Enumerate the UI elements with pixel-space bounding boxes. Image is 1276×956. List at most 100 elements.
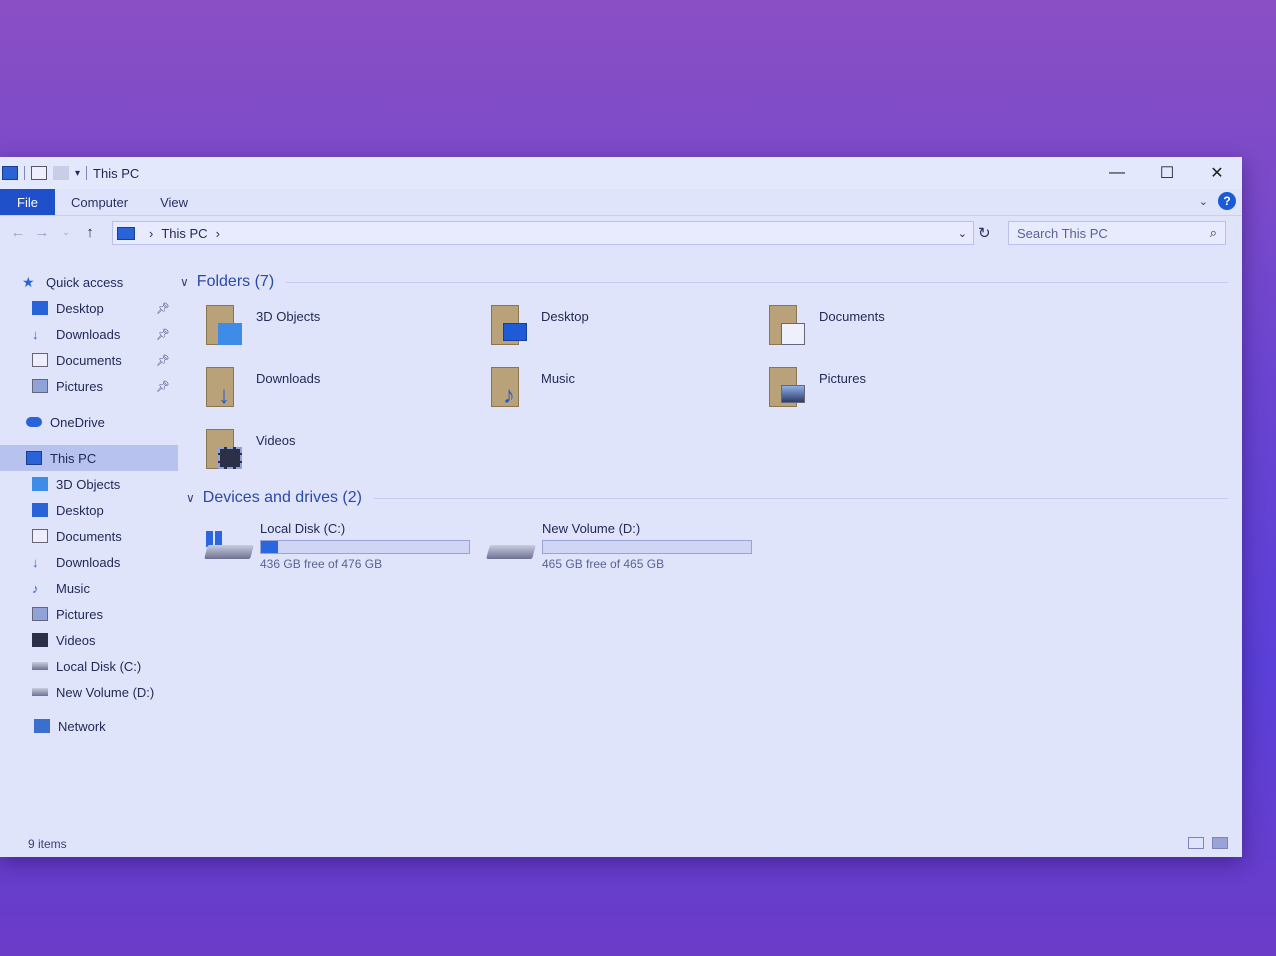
close-button[interactable]: ✕: [1192, 157, 1242, 189]
folder-desktop-icon: [489, 303, 535, 349]
drive-usage-bar: [260, 540, 470, 554]
folder-label: Videos: [256, 433, 296, 448]
properties-icon[interactable]: [31, 166, 47, 180]
drive-new-volume-d[interactable]: New Volume (D:) 465 GB free of 465 GB: [486, 521, 768, 571]
sidebar-item-documents[interactable]: Documents: [0, 523, 178, 549]
folder-desktop[interactable]: Desktop: [489, 303, 767, 351]
folder-documents-icon: [767, 303, 813, 349]
group-divider: [286, 281, 1228, 283]
folder-music[interactable]: ♪ Music: [489, 365, 767, 413]
search-placeholder: Search This PC: [1017, 225, 1108, 241]
sidebar-item-label: Downloads: [56, 554, 121, 570]
star-icon: ★: [22, 274, 35, 290]
pin-icon[interactable]: 📌︎: [156, 380, 170, 393]
search-icon[interactable]: ⌕: [1210, 225, 1217, 241]
back-arrow-icon[interactable]: ←: [6, 224, 30, 241]
file-explorer-window: ▾ This PC — ☐ ✕ File Computer View ⌄ ? ←…: [0, 157, 1242, 857]
folders-group-header[interactable]: ∨ Folders (7): [180, 269, 1242, 295]
customize-toolbar-icon[interactable]: ▾: [75, 168, 80, 179]
drives-group-header[interactable]: ∨ Devices and drives (2): [180, 485, 1242, 511]
sidebar-item-downloads[interactable]: ↓ Downloads 📌︎: [0, 321, 178, 347]
folder-label: Pictures: [819, 371, 866, 386]
tab-file[interactable]: File: [0, 189, 55, 215]
details-view-icon[interactable]: [1188, 837, 1204, 849]
folder-3d-objects-icon: [204, 303, 250, 349]
chevron-right-icon[interactable]: ›: [216, 226, 220, 241]
pin-icon[interactable]: 📌︎: [156, 302, 170, 315]
search-input[interactable]: Search This PC ⌕: [1008, 221, 1226, 245]
sidebar-item-this-pc[interactable]: This PC: [0, 445, 178, 471]
sidebar-item-pictures[interactable]: Pictures: [0, 601, 178, 627]
windows-drive-icon: [204, 531, 256, 571]
sidebar-item-pictures[interactable]: Pictures 📌︎: [0, 373, 178, 399]
document-icon: [32, 353, 48, 367]
new-folder-icon[interactable]: [53, 166, 69, 180]
drive-usage-fill: [261, 541, 279, 553]
title-bar: ▾ This PC — ☐ ✕: [0, 157, 1242, 189]
drives-list: Local Disk (C:) 436 GB free of 476 GB Ne…: [180, 521, 1242, 571]
chevron-down-icon[interactable]: ∨: [180, 275, 189, 289]
address-bar[interactable]: › This PC › ⌄: [112, 221, 974, 245]
pictures-icon: [32, 607, 48, 621]
folder-videos[interactable]: Videos: [204, 427, 489, 475]
tab-view[interactable]: View: [144, 195, 204, 210]
pin-icon[interactable]: 📌︎: [156, 328, 170, 341]
sidebar-item-desktop[interactable]: Desktop: [0, 497, 178, 523]
expand-ribbon-icon[interactable]: ⌄: [1199, 195, 1208, 208]
sidebar-item-label: New Volume (D:): [56, 684, 155, 700]
minimize-button[interactable]: —: [1092, 157, 1142, 189]
address-dropdown-icon[interactable]: ⌄: [958, 227, 967, 240]
cloud-icon: [26, 417, 42, 427]
film-icon: [32, 633, 48, 647]
pin-icon[interactable]: 📌︎: [156, 354, 170, 367]
sidebar-item-onedrive[interactable]: OneDrive: [0, 409, 178, 435]
sidebar-item-3d-objects[interactable]: 3D Objects: [0, 471, 178, 497]
desktop-icon: [32, 301, 48, 315]
folder-documents[interactable]: Documents: [767, 303, 1047, 351]
sidebar-item-network[interactable]: Network: [0, 713, 178, 739]
forward-arrow-icon[interactable]: →: [30, 224, 54, 241]
drive-local-disk-c[interactable]: Local Disk (C:) 436 GB free of 476 GB: [204, 521, 486, 571]
drive-name: Local Disk (C:): [260, 521, 346, 536]
sidebar-item-label: Network: [58, 718, 106, 734]
toolbar-separator: [86, 166, 88, 180]
sidebar-item-label: Documents: [56, 528, 122, 544]
sidebar-item-new-volume-d[interactable]: New Volume (D:): [0, 679, 178, 705]
folder-music-icon: ♪: [489, 365, 535, 411]
quick-access-toolbar: ▾: [0, 166, 88, 180]
tab-computer[interactable]: Computer: [55, 195, 144, 210]
recent-locations-icon[interactable]: ⌄: [54, 227, 78, 238]
ribbon-tabs: File Computer View ⌄ ?: [0, 189, 1242, 215]
maximize-button[interactable]: ☐: [1142, 157, 1192, 189]
sidebar-item-documents[interactable]: Documents 📌︎: [0, 347, 178, 373]
sidebar-item-desktop[interactable]: Desktop 📌︎: [0, 295, 178, 321]
chevron-down-icon[interactable]: ∨: [186, 491, 195, 505]
network-icon: [34, 719, 50, 733]
up-arrow-icon[interactable]: ↑: [78, 224, 102, 241]
drive-name: New Volume (D:): [542, 521, 641, 536]
folder-pictures[interactable]: Pictures: [767, 365, 1047, 413]
refresh-icon[interactable]: ↻: [978, 224, 991, 242]
sidebar-item-videos[interactable]: Videos: [0, 627, 178, 653]
folders-grid: 3D Objects Desktop Documents ↓ Downloads…: [180, 303, 1242, 475]
help-icon[interactable]: ?: [1218, 192, 1236, 210]
drive-icon: [32, 688, 48, 696]
ribbon-right: ⌄ ?: [1199, 192, 1236, 210]
navigation-pane: ★ Quick access Desktop 📌︎ ↓ Downloads 📌︎…: [0, 269, 178, 829]
large-icons-view-icon[interactable]: [1212, 837, 1228, 849]
sidebar-item-downloads[interactable]: ↓ Downloads: [0, 549, 178, 575]
window-controls: — ☐ ✕: [1092, 157, 1242, 189]
folder-3d-objects[interactable]: 3D Objects: [204, 303, 489, 351]
drive-icon: [32, 662, 48, 670]
sidebar-item-label: Local Disk (C:): [56, 658, 142, 674]
sidebar-item-label: Desktop: [56, 300, 104, 316]
sidebar-item-label: Downloads: [56, 326, 121, 342]
sidebar-item-local-disk-c[interactable]: Local Disk (C:): [0, 653, 178, 679]
folder-downloads[interactable]: ↓ Downloads: [204, 365, 489, 413]
sidebar-item-music[interactable]: ♪ Music: [0, 575, 178, 601]
folder-label: Music: [541, 371, 575, 386]
chevron-right-icon[interactable]: ›: [149, 226, 153, 241]
music-note-icon: ♪: [32, 581, 39, 596]
breadcrumb-this-pc[interactable]: This PC: [161, 226, 207, 241]
sidebar-item-quick-access[interactable]: ★ Quick access: [0, 269, 178, 295]
